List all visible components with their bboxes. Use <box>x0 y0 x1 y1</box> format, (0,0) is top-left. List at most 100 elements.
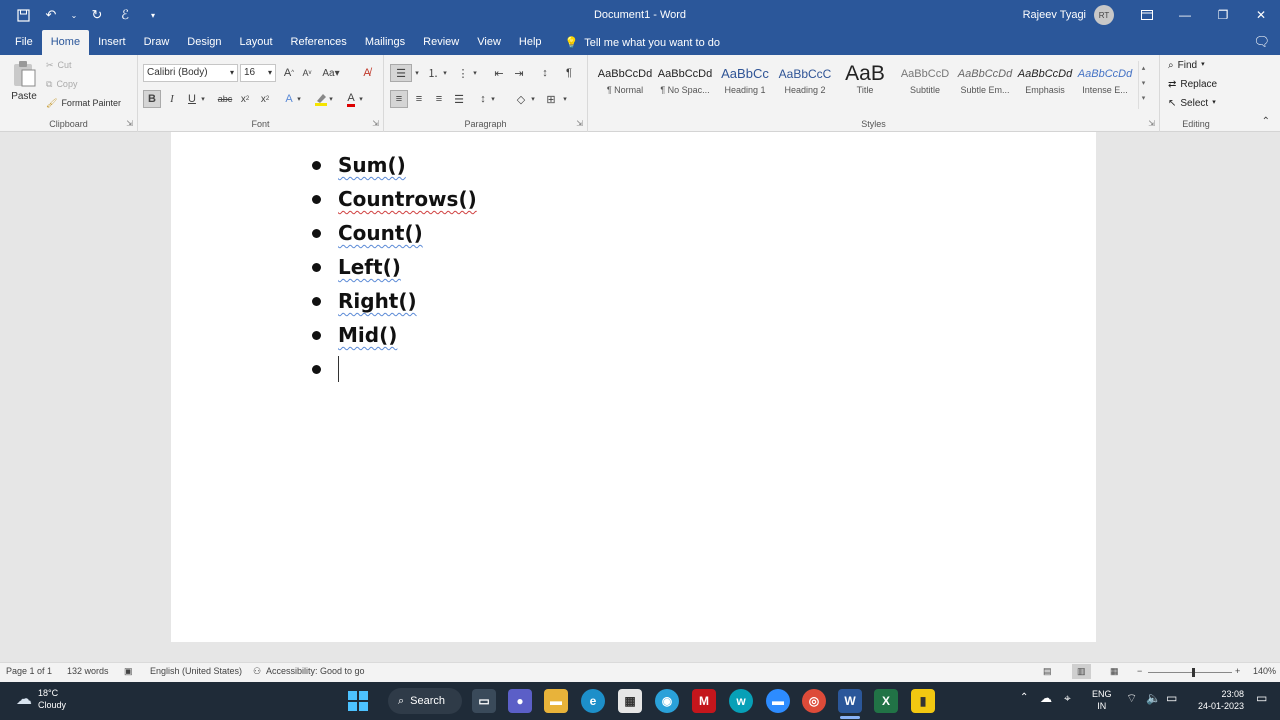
start-icon[interactable] <box>348 691 368 711</box>
language[interactable]: English (United States) <box>150 666 242 676</box>
strikethrough-icon[interactable]: abc <box>216 90 234 108</box>
tab-mailings[interactable]: Mailings <box>356 30 414 55</box>
customize-qat-icon[interactable]: ▾ <box>144 6 162 24</box>
tab-review[interactable]: Review <box>414 30 468 55</box>
superscript-icon[interactable]: x2 <box>256 90 274 108</box>
style-subtitle[interactable]: AaBbCcD Subtitle <box>896 63 954 105</box>
tab-draw[interactable]: Draw <box>135 30 179 55</box>
replace-button[interactable]: ⇄ Replace <box>1168 79 1217 90</box>
format-painter-button[interactable]: 🖌 Format Painter <box>46 98 121 109</box>
zoom-slider[interactable] <box>1148 668 1232 677</box>
power-bi-icon[interactable]: ▮ <box>911 689 935 713</box>
paragraph-launcher-icon[interactable]: ⇲ <box>576 119 583 128</box>
wifi-icon[interactable]: ⌔ <box>1126 691 1137 706</box>
undo-icon[interactable]: ↶ <box>42 6 60 24</box>
borders-icon[interactable]: ⊞ <box>542 90 560 108</box>
list-item[interactable]: Countrows() <box>311 182 477 216</box>
shrink-font-icon[interactable]: Av <box>298 64 316 82</box>
font-name-dropdown[interactable]: Calibri (Body) ▾ <box>143 64 238 82</box>
style-heading-2[interactable]: AaBbCcC Heading 2 <box>776 63 834 105</box>
font-size-dropdown[interactable]: 16 ▾ <box>240 64 276 82</box>
list-item[interactable] <box>311 352 477 386</box>
line-spacing-dropdown-icon[interactable]: ▾ <box>488 90 498 108</box>
list-item[interactable]: Count() <box>311 216 477 250</box>
proofing-icon[interactable]: ▣ <box>124 666 133 677</box>
styles-scroll[interactable]: ▴ ▾ ▾ <box>1138 61 1148 109</box>
font-launcher-icon[interactable]: ⇲ <box>372 119 379 128</box>
task-view-icon[interactable]: ▭ <box>472 689 496 713</box>
decrease-indent-icon[interactable]: ⇤ <box>490 64 508 82</box>
select-button[interactable]: ↖ Select ▾ <box>1168 98 1216 109</box>
italic-icon[interactable]: I <box>163 90 181 108</box>
web-layout-icon[interactable]: ▦ <box>1110 666 1119 677</box>
increase-indent-icon[interactable]: ⇥ <box>510 64 528 82</box>
avatar[interactable]: RT <box>1094 5 1114 25</box>
accessibility-status[interactable]: Accessibility: Good to go <box>266 666 365 676</box>
grow-font-icon[interactable]: A ^ <box>280 64 298 82</box>
shading-dropdown-icon[interactable]: ▾ <box>528 90 538 108</box>
style-no-spacing[interactable]: AaBbCcDd ¶ No Spac... <box>656 63 714 105</box>
volume-icon[interactable]: 🔈 <box>1146 691 1161 705</box>
tab-home[interactable]: Home <box>41 30 90 55</box>
photos-icon[interactable]: ◉ <box>655 689 679 713</box>
ribbon-display-options-icon[interactable] <box>1128 0 1166 30</box>
find-button[interactable]: ⌕ Find ▾ <box>1168 60 1205 71</box>
list-item[interactable]: Left() <box>311 250 477 284</box>
zoom-in-icon[interactable]: + <box>1235 666 1240 676</box>
document-page[interactable]: Sum() Countrows() Count() Left() Right()… <box>171 132 1096 642</box>
zoom-level[interactable]: 140% <box>1253 666 1276 676</box>
bullets-icon[interactable]: ☰ <box>390 64 412 82</box>
style-title[interactable]: AaB Title <box>836 63 894 105</box>
borders-dropdown-icon[interactable]: ▾ <box>560 90 570 108</box>
close-icon[interactable]: ✕ <box>1242 0 1280 30</box>
list-item[interactable]: Right() <box>311 284 477 318</box>
page-count[interactable]: Page 1 of 1 <box>6 666 52 676</box>
tell-me-search[interactable]: 💡 Tell me what you want to do <box>565 30 720 55</box>
file-explorer-icon[interactable]: ▬ <box>544 689 568 713</box>
word-app-icon[interactable]: W <box>838 689 862 713</box>
sort-icon[interactable]: ↕ <box>536 64 554 82</box>
chat-icon[interactable]: ● <box>508 689 532 713</box>
weather-widget[interactable]: ☁ 18°C Cloudy <box>16 687 66 711</box>
redo-icon[interactable]: ↻ <box>88 6 106 24</box>
focus-mode-icon[interactable]: ▤ <box>1043 666 1052 677</box>
align-left-icon[interactable]: ≡ <box>390 90 408 108</box>
copy-button[interactable]: ⧉ Copy <box>46 79 77 90</box>
taskbar-search[interactable]: ⌕ Search <box>388 688 462 714</box>
style-intense-emphasis[interactable]: AaBbCcDd Intense E... <box>1076 63 1134 105</box>
location-icon[interactable]: ⌖ <box>1064 691 1071 706</box>
text-effects-dropdown-icon[interactable]: ▾ <box>294 90 304 108</box>
excel-app-icon[interactable]: X <box>874 689 898 713</box>
change-case-icon[interactable]: Aa▾ <box>322 64 340 82</box>
print-layout-icon[interactable]: ▥ <box>1072 664 1091 679</box>
editor-icon[interactable]: ℰ <box>116 6 134 24</box>
tab-design[interactable]: Design <box>178 30 230 55</box>
pilcrow-icon[interactable]: ¶ <box>560 64 578 82</box>
subscript-icon[interactable]: x2 <box>236 90 254 108</box>
cut-button[interactable]: ✂ Cut <box>46 60 72 71</box>
zoom-app-icon[interactable]: ▬ <box>766 689 790 713</box>
comments-icon[interactable]: 🗨 <box>1253 34 1270 50</box>
zoom-out-icon[interactable]: − <box>1137 666 1142 676</box>
chrome-icon[interactable]: ◎ <box>802 689 826 713</box>
underline-dropdown-icon[interactable]: ▾ <box>198 90 208 108</box>
numbering-dropdown-icon[interactable]: ▾ <box>440 64 450 82</box>
tab-help[interactable]: Help <box>510 30 551 55</box>
language-indicator[interactable]: ENG IN <box>1092 688 1112 712</box>
tab-references[interactable]: References <box>282 30 356 55</box>
list-item[interactable]: Mid() <box>311 318 477 352</box>
align-right-icon[interactable]: ≡ <box>430 90 448 108</box>
multilevel-dropdown-icon[interactable]: ▾ <box>470 64 480 82</box>
clipboard-launcher-icon[interactable]: ⇲ <box>126 119 133 128</box>
battery-icon[interactable]: ▭ <box>1166 691 1177 705</box>
align-center-icon[interactable]: ≡ <box>410 90 428 108</box>
onedrive-icon[interactable]: ☁ <box>1040 691 1052 705</box>
paste-button[interactable]: Paste <box>8 60 40 110</box>
tab-view[interactable]: View <box>468 30 510 55</box>
font-color-dropdown-icon[interactable]: ▾ <box>356 90 366 108</box>
zoom-slider-thumb[interactable] <box>1192 668 1195 677</box>
store-icon[interactable]: ▦ <box>618 689 642 713</box>
bold-icon[interactable]: B <box>143 90 161 108</box>
justify-icon[interactable]: ☰ <box>450 90 468 108</box>
style-normal[interactable]: AaBbCcDd ¶ Normal <box>596 63 654 105</box>
